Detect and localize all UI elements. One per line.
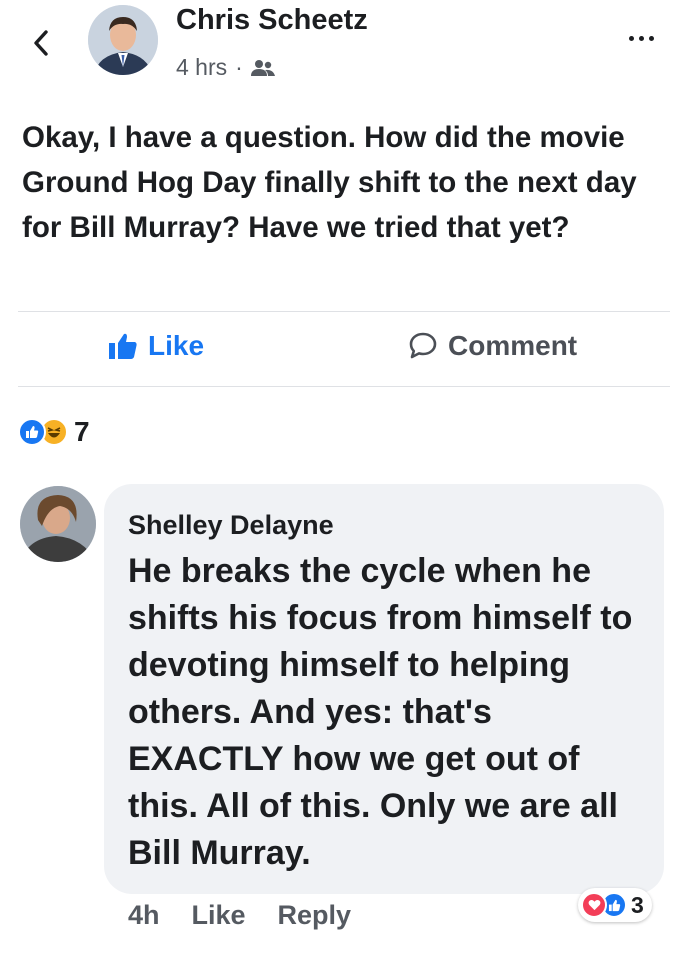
back-button[interactable] xyxy=(28,26,54,60)
person-avatar-icon xyxy=(88,5,158,75)
comment-time[interactable]: 4h xyxy=(128,900,160,931)
love-reaction-icon xyxy=(581,892,607,918)
comment-label: Comment xyxy=(448,330,578,361)
comment-text: He breaks the cycle when he shifts his f… xyxy=(128,552,633,872)
commenter-name[interactable]: Shelley Delayne xyxy=(128,510,334,541)
reaction-count: 7 xyxy=(74,416,90,447)
like-label: Like xyxy=(148,330,205,361)
post-meta: 4 hrs · xyxy=(176,54,275,81)
comment-button[interactable]: Comment xyxy=(408,330,577,362)
dot-icon xyxy=(629,36,634,41)
meta-separator: · xyxy=(235,54,243,80)
divider xyxy=(18,386,670,387)
reactions-summary[interactable]: 7 xyxy=(18,416,90,448)
divider xyxy=(18,311,670,312)
post-time[interactable]: 4 hrs xyxy=(176,54,227,81)
dot-icon xyxy=(649,36,654,41)
chevron-left-icon xyxy=(34,30,48,56)
author-name[interactable]: Chris Scheetz xyxy=(176,4,368,37)
friends-icon[interactable] xyxy=(250,58,275,78)
post-text: Okay, I have a question. How did the mov… xyxy=(22,121,637,244)
comment-like-button[interactable]: Like xyxy=(192,900,246,931)
dot-icon xyxy=(639,36,644,41)
commenter-avatar[interactable] xyxy=(20,486,96,562)
comment-reply-button[interactable]: Reply xyxy=(278,900,352,931)
author-avatar[interactable] xyxy=(88,5,158,75)
like-reaction-icon xyxy=(18,418,46,446)
like-button[interactable]: Like xyxy=(108,330,204,362)
comment-reaction-count: 3 xyxy=(631,891,644,918)
more-options-button[interactable] xyxy=(629,36,654,41)
comment-footer: 4h Like Reply xyxy=(128,900,351,931)
thumbs-up-icon xyxy=(109,333,137,359)
comment-reactions[interactable]: 3 xyxy=(578,888,652,922)
person-avatar-icon xyxy=(20,486,96,562)
speech-bubble-icon xyxy=(409,332,437,359)
